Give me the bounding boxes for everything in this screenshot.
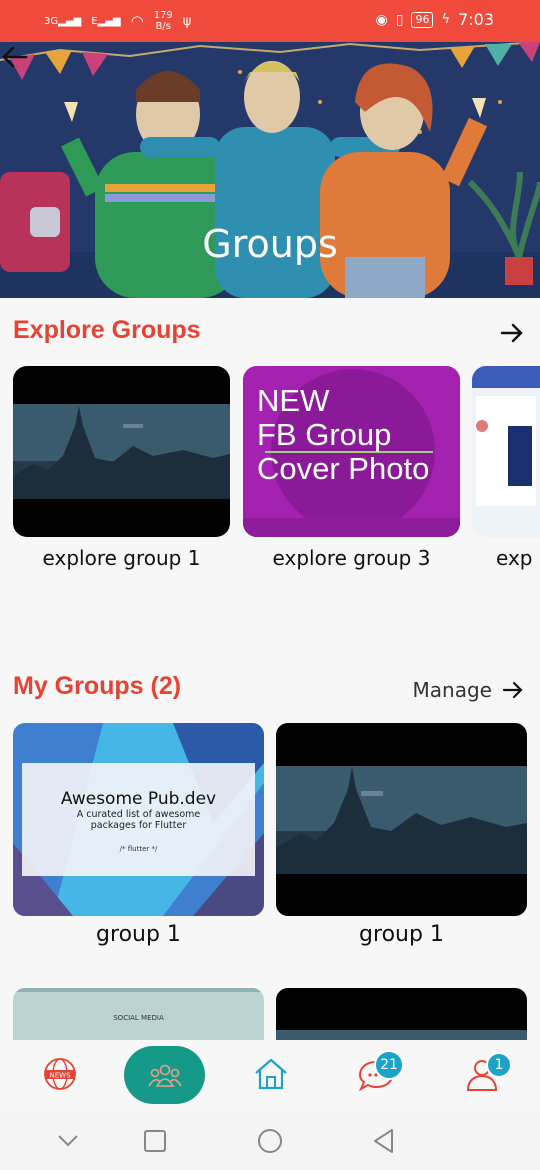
groups-icon: [148, 1064, 182, 1087]
chevron-down-icon[interactable]: [56, 1130, 80, 1150]
svg-text:NEWS: NEWS: [49, 1072, 71, 1080]
manage-label: Manage: [412, 678, 492, 702]
cover-photo-text: NEW FB Group Cover Photo: [257, 383, 430, 486]
explore-group-label: explore group 1: [42, 546, 201, 570]
explore-arrow-icon[interactable]: [499, 320, 525, 346]
explore-group-label: exp: [496, 546, 533, 570]
social-media-text: SOCIAL MEDIA: [113, 1014, 164, 1022]
city-image: [276, 723, 527, 916]
charging-icon: ϟ: [441, 12, 451, 27]
status-bar: 3G▂▄▆ E▂▄▆ ◠ 179 B/s ψ ◉ ▯ 96 ϟ 7:03: [0, 0, 540, 42]
facebook-screenshot-image: [472, 366, 540, 537]
home-icon[interactable]: [251, 1054, 291, 1094]
page-title: Groups: [202, 222, 338, 266]
explore-group-card[interactable]: NEW FB Group Cover Photo: [243, 366, 460, 537]
back-triangle-icon[interactable]: [372, 1128, 396, 1154]
system-navigation-bar: [0, 1112, 540, 1170]
city-image: [13, 366, 230, 537]
news-globe-icon[interactable]: NEWS: [40, 1054, 80, 1094]
explore-groups-title: Explore Groups: [13, 316, 201, 344]
back-arrow-icon[interactable]: [0, 42, 30, 72]
pubdev-title: Awesome Pub.dev: [60, 789, 217, 809]
explore-groups-list[interactable]: explore group 1 NEW FB Group Cover Photo…: [13, 366, 540, 576]
recents-square-icon[interactable]: [143, 1129, 167, 1153]
my-group-label: group 1: [96, 922, 181, 947]
groups-nav-button[interactable]: [124, 1046, 205, 1104]
manage-button[interactable]: Manage: [413, 678, 524, 702]
my-groups-title: My Groups (2): [13, 672, 182, 700]
profile-badge: 1: [486, 1052, 512, 1078]
wifi-icon: ◠: [130, 12, 144, 30]
my-group-card[interactable]: Awesome Pub.dev A curated list of awesom…: [13, 723, 264, 916]
vibrate-icon: ▯: [395, 11, 404, 28]
net-speed: 179 B/s: [153, 10, 173, 32]
pubdev-panel: Awesome Pub.dev A curated list of awesom…: [22, 763, 255, 876]
signal-3g-icon: 3G▂▄▆: [44, 15, 82, 27]
explore-group-card[interactable]: [13, 366, 230, 537]
clock: 7:03: [458, 10, 494, 29]
my-group-card[interactable]: SOCIAL MEDIA: [13, 988, 264, 1048]
pubdev-subtitle: packages for Flutter: [90, 820, 187, 831]
my-group-label: group 1: [359, 922, 444, 947]
home-circle-icon[interactable]: [257, 1128, 283, 1154]
card-top-stripe: [13, 988, 264, 992]
usb-icon: ψ: [182, 13, 192, 29]
my-group-card[interactable]: [276, 723, 527, 916]
battery-icon: 96: [411, 11, 434, 28]
eye-icon: ◉: [375, 11, 388, 28]
pubdev-code: /* flutter */: [119, 845, 158, 853]
explore-group-card[interactable]: [472, 366, 540, 537]
explore-group-label: explore group 3: [272, 546, 431, 570]
bottom-navigation: NEWS 21 1: [0, 1040, 540, 1112]
header-banner: Groups: [0, 42, 540, 298]
manage-arrow-icon: [502, 681, 523, 699]
chat-badge: 21: [374, 1050, 404, 1080]
my-group-card[interactable]: [276, 988, 527, 1048]
signal-e-icon: E▂▄▆: [91, 15, 121, 27]
pubdev-subtitle: A curated list of awesome: [76, 809, 201, 820]
